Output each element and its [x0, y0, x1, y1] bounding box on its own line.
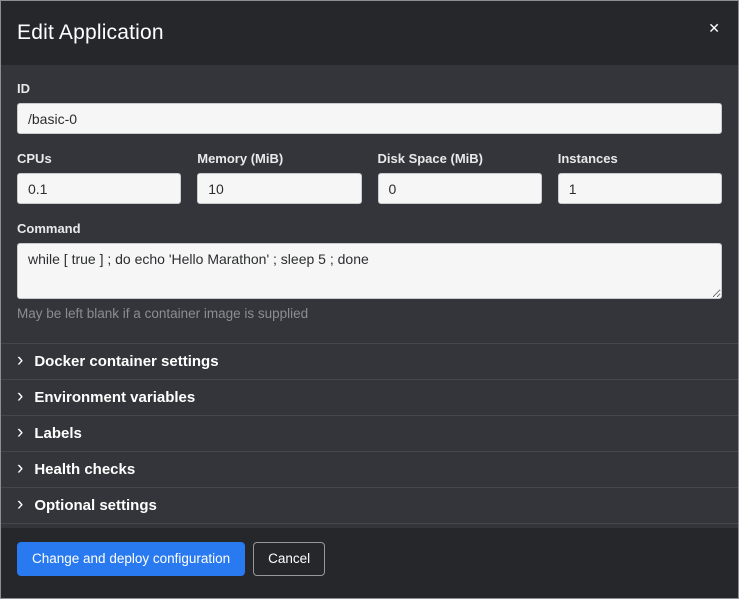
section-label: Optional settings	[34, 497, 157, 514]
memory-label: Memory (MiB)	[197, 151, 361, 166]
command-label: Command	[17, 221, 722, 236]
section-label: Docker container settings	[34, 353, 218, 370]
chevron-right-icon: ›	[17, 462, 23, 476]
cpus-label: CPUs	[17, 151, 181, 166]
command-input[interactable]: while [ true ] ; do echo 'Hello Marathon…	[17, 243, 722, 299]
chevron-right-icon: ›	[17, 426, 23, 440]
id-input[interactable]	[17, 103, 722, 134]
section-label: Labels	[34, 425, 82, 442]
close-icon[interactable]: ✕	[704, 17, 724, 39]
cancel-button[interactable]: Cancel	[253, 542, 325, 576]
section-label: Health checks	[34, 461, 135, 478]
modal-title: Edit Application	[17, 21, 164, 45]
chevron-right-icon: ›	[17, 498, 23, 512]
memory-field: Memory (MiB)	[197, 151, 361, 204]
disk-input[interactable]	[378, 173, 542, 204]
chevron-right-icon: ›	[17, 354, 23, 368]
change-and-deploy-button[interactable]: Change and deploy configuration	[17, 542, 245, 576]
cpus-field: CPUs	[17, 151, 181, 204]
chevron-right-icon: ›	[17, 390, 23, 404]
instances-input[interactable]	[558, 173, 722, 204]
form-body: ID CPUs Memory (MiB) Disk Space (MiB) In…	[1, 65, 738, 327]
section-label: Environment variables	[34, 389, 195, 406]
command-field: Command while [ true ] ; do echo 'Hello …	[17, 221, 722, 321]
section-optional-settings[interactable]: › Optional settings	[1, 487, 738, 524]
modal-footer: Change and deploy configuration Cancel	[1, 528, 738, 598]
id-field: ID	[17, 81, 722, 134]
section-environment-variables[interactable]: › Environment variables	[1, 379, 738, 415]
collapsible-sections: › Docker container settings › Environmen…	[1, 343, 738, 524]
edit-application-modal: Edit Application ✕ ID CPUs Memory (MiB) …	[0, 0, 739, 599]
cpus-input[interactable]	[17, 173, 181, 204]
section-labels[interactable]: › Labels	[1, 415, 738, 451]
section-docker-container-settings[interactable]: › Docker container settings	[1, 343, 738, 379]
resources-row: CPUs Memory (MiB) Disk Space (MiB) Insta…	[17, 151, 722, 204]
modal-header: Edit Application ✕	[1, 1, 738, 65]
command-help-text: May be left blank if a container image i…	[17, 306, 722, 321]
disk-label: Disk Space (MiB)	[378, 151, 542, 166]
instances-field: Instances	[558, 151, 722, 204]
section-health-checks[interactable]: › Health checks	[1, 451, 738, 487]
instances-label: Instances	[558, 151, 722, 166]
memory-input[interactable]	[197, 173, 361, 204]
disk-field: Disk Space (MiB)	[378, 151, 542, 204]
id-label: ID	[17, 81, 722, 96]
